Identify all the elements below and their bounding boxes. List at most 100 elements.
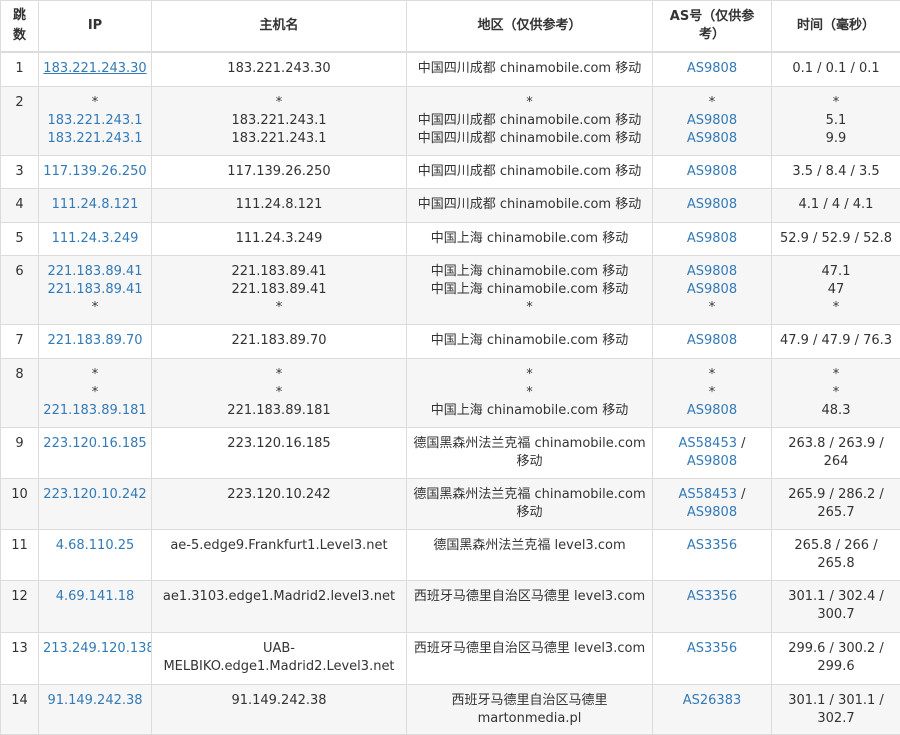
as-cell: AS9808 (653, 52, 772, 86)
table-row: 9223.120.16.185223.120.16.185德国黑森州法兰克福 c… (1, 427, 900, 478)
as-link[interactable]: AS3356 (687, 641, 737, 656)
ip-link[interactable]: 213.249.120.138 (43, 640, 147, 658)
as-link[interactable]: AS9808 (687, 164, 737, 179)
ip-cell: 213.249.120.138 (39, 632, 152, 684)
hop-number: 9 (15, 436, 23, 451)
as-link[interactable]: AS3356 (687, 589, 737, 604)
as-link[interactable]: AS3356 (687, 538, 737, 553)
region-text: 中国上海 chinamobile.com 移动 (411, 332, 648, 350)
time-cell: 3.5 / 8.4 / 3.5 (772, 155, 900, 188)
ip-link[interactable]: 183.221.243.1 (43, 130, 147, 148)
as-line: AS9808 (657, 453, 767, 471)
as-cell: AS9808 (653, 188, 772, 222)
ip-link[interactable]: 111.24.8.121 (43, 196, 147, 214)
ip-text: * (43, 299, 147, 317)
ip-cell: **221.183.89.181 (39, 358, 152, 427)
hop-cell: 11 (1, 529, 39, 580)
hop-number: 10 (11, 487, 28, 502)
hop-cell: 6 (1, 255, 39, 324)
region-text: 中国上海 chinamobile.com 移动 (411, 281, 648, 299)
region-text: 西班牙马德里自治区马德里 level3.com (411, 588, 648, 606)
ip-link[interactable]: 221.183.89.70 (43, 332, 147, 350)
host-text: 111.24.8.121 (156, 196, 402, 214)
as-cell: AS9808 (653, 222, 772, 255)
as-cell: AS58453 /AS9808 (653, 478, 772, 529)
ip-link[interactable]: 91.149.242.38 (43, 692, 147, 710)
as-link[interactable]: AS9808 (687, 113, 737, 128)
table-body: 1183.221.243.30183.221.243.30中国四川成都 chin… (1, 52, 900, 734)
as-link[interactable]: AS9808 (687, 454, 737, 469)
as-line: AS3356 (657, 537, 767, 555)
region-text: * (411, 94, 648, 112)
host-text: 223.120.10.242 (156, 486, 402, 504)
ip-link[interactable]: 223.120.16.185 (43, 435, 147, 453)
table-row: 8**221.183.89.181**221.183.89.181**中国上海 … (1, 358, 900, 427)
time-text: * (776, 94, 896, 112)
hostname-cell: **221.183.89.181 (152, 358, 407, 427)
as-link[interactable]: AS9808 (687, 282, 737, 297)
as-link[interactable]: AS9808 (687, 61, 737, 76)
hostname-cell: 111.24.8.121 (152, 188, 407, 222)
ip-link[interactable]: 221.183.89.41 (43, 281, 147, 299)
as-link[interactable]: AS9808 (687, 231, 737, 246)
ip-link[interactable]: 183.221.243.1 (43, 112, 147, 130)
ip-link[interactable]: 4.69.141.18 (43, 588, 147, 606)
host-text: 117.139.26.250 (156, 163, 402, 181)
host-text: * (156, 299, 402, 317)
as-cell: AS9808AS9808* (653, 255, 772, 324)
ip-link[interactable]: 183.221.243.30 (43, 60, 147, 78)
table-row: 13 213.249.120.138 UAB-MELBIKO.edge1.Madri… (1, 632, 900, 684)
host-text: ae1.3103.edge1.Madrid2.level3.net (156, 588, 402, 606)
as-link[interactable]: AS9808 (687, 505, 737, 520)
hop-number: 5 (15, 231, 23, 246)
region-text: 中国上海 chinamobile.com 移动 (411, 402, 648, 420)
as-link[interactable]: AS9808 (687, 403, 737, 418)
as-text: * (657, 94, 767, 112)
as-line: AS58453 / (657, 486, 767, 504)
as-link[interactable]: AS58453 (678, 436, 737, 451)
ip-link[interactable]: 117.139.26.250 (43, 163, 147, 181)
region-text: 中国四川成都 chinamobile.com 移动 (411, 163, 648, 181)
hostname-cell: 91.149.242.38 (152, 684, 407, 734)
host-text: * (156, 94, 402, 112)
region-cell: **中国上海 chinamobile.com 移动 (407, 358, 653, 427)
time-cell: 299.6 / 300.2 /299.6 (772, 632, 900, 684)
region-text: 中国上海 chinamobile.com 移动 (411, 230, 648, 248)
hostname-cell: UAB-MELBIKO.edge1.Madrid2.Level3.net (152, 632, 407, 684)
region-cell: 西班牙马德里自治区马德里martonmedia.pl (407, 684, 653, 734)
as-link[interactable]: AS9808 (687, 131, 737, 146)
ip-text: * (43, 384, 147, 402)
region-text: martonmedia.pl (411, 710, 648, 728)
hop-number: 7 (15, 333, 23, 348)
as-line: AS9808 (657, 112, 767, 130)
hop-cell: 12 (1, 580, 39, 632)
time-text: 300.7 (776, 606, 896, 624)
hop-cell: 3 (1, 155, 39, 188)
as-link[interactable]: AS26383 (683, 693, 742, 708)
hostname-cell: 111.24.3.249 (152, 222, 407, 255)
time-cell: 263.8 / 263.9 /264 (772, 427, 900, 478)
as-cell: AS3356 (653, 580, 772, 632)
ip-link[interactable]: 221.183.89.41 (43, 263, 147, 281)
time-text: 301.1 / 302.4 / (776, 588, 896, 606)
ip-cell: *183.221.243.1183.221.243.1 (39, 86, 152, 155)
as-link[interactable]: AS9808 (687, 264, 737, 279)
region-cell: 中国上海 chinamobile.com 移动中国上海 chinamobile.… (407, 255, 653, 324)
region-text: 中国四川成都 chinamobile.com 移动 (411, 112, 648, 130)
time-cell: 0.1 / 0.1 / 0.1 (772, 52, 900, 86)
ip-link[interactable]: 223.120.10.242 (43, 486, 147, 504)
time-text: * (776, 366, 896, 384)
ip-link[interactable]: 111.24.3.249 (43, 230, 147, 248)
as-line: AS9808 (657, 263, 767, 281)
ip-link[interactable]: 4.68.110.25 (43, 537, 147, 555)
time-text: 0.1 / 0.1 / 0.1 (776, 60, 896, 78)
ip-link[interactable]: 221.183.89.181 (43, 402, 147, 420)
as-link[interactable]: AS9808 (687, 333, 737, 348)
as-link[interactable]: AS9808 (687, 197, 737, 212)
as-link[interactable]: AS58453 (678, 487, 737, 502)
hop-cell: 13 (1, 632, 39, 684)
time-text: 265.9 / 286.2 / (776, 486, 896, 504)
hop-number: 13 (11, 641, 28, 656)
host-text: 221.183.89.41 (156, 263, 402, 281)
hop-number: 14 (11, 693, 28, 708)
